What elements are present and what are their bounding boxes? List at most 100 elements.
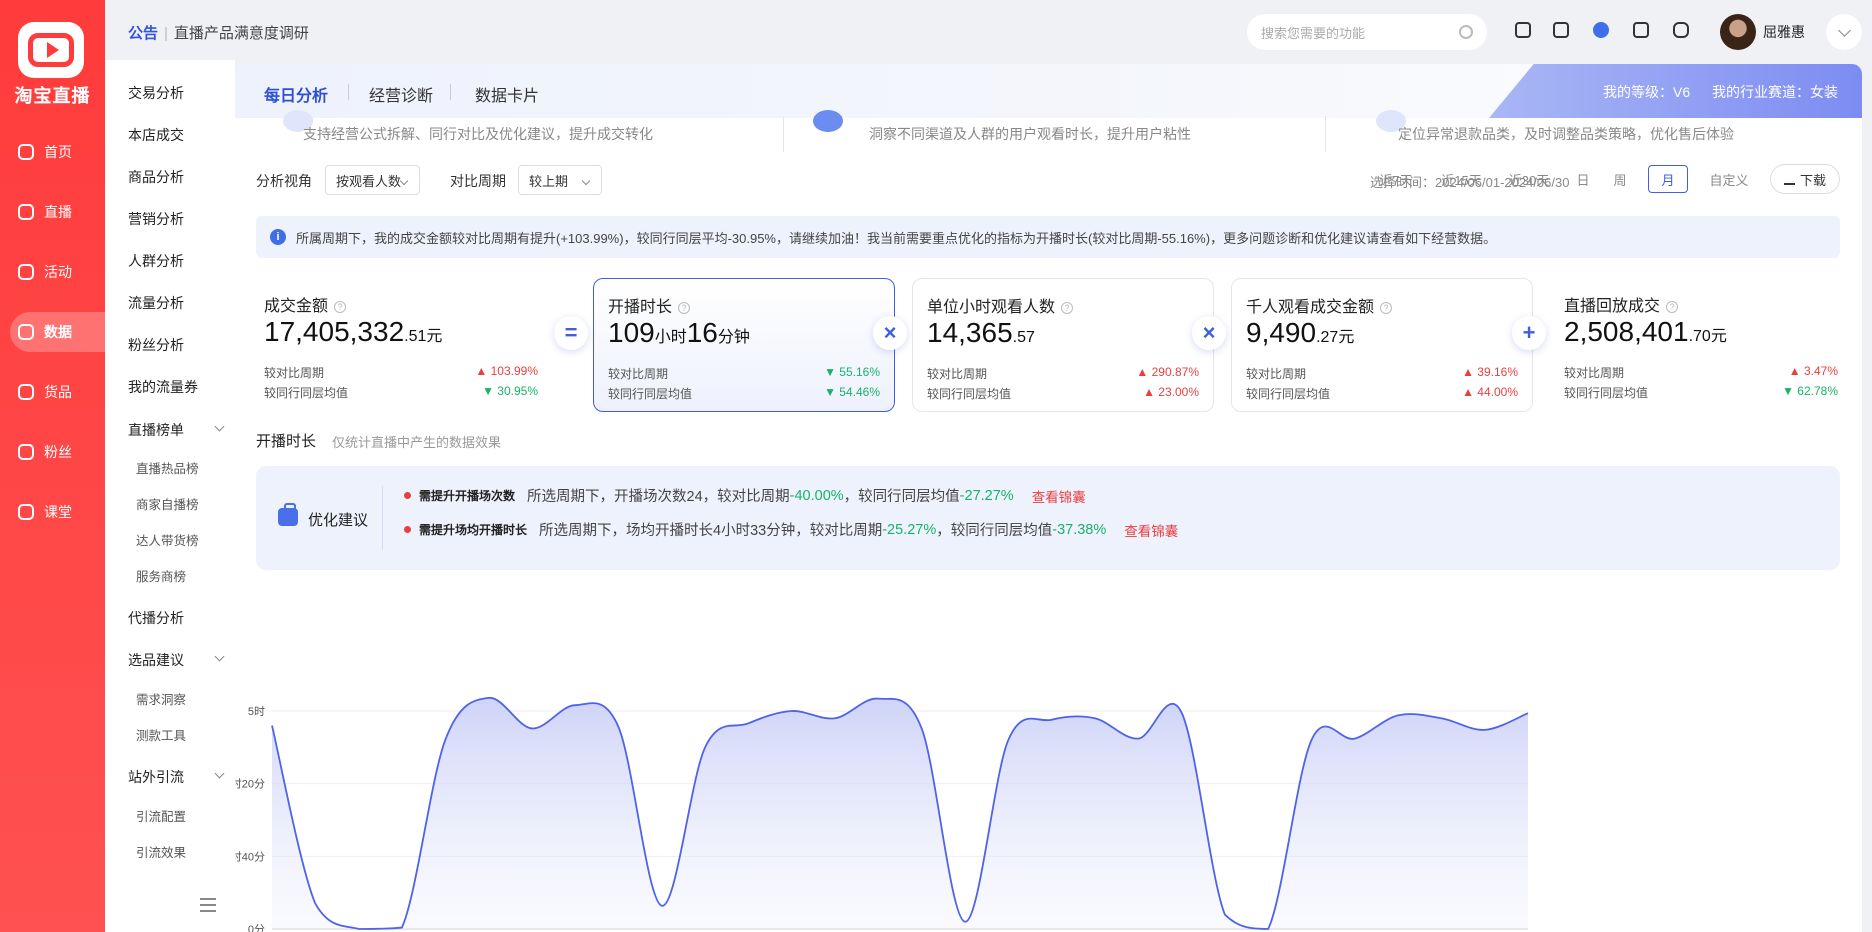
taobao-live-logo[interactable]	[18, 22, 84, 78]
operator-icon: +	[1512, 316, 1546, 350]
metric-change: ▼ 54.46%	[824, 385, 880, 399]
subnav-subitem[interactable]: 引流效果	[136, 842, 186, 861]
metric-tail: .51元	[404, 328, 443, 345]
metric-tail2: 分钟	[717, 329, 750, 346]
view-label: 分析视角	[256, 173, 312, 189]
chat-icon[interactable]	[1673, 22, 1689, 38]
metric-row: 较同行同层均值 ▲ 23.00%	[927, 385, 1199, 402]
tab-diagnosis[interactable]: 经营诊断	[369, 82, 433, 106]
subnav-group-traffic[interactable]: 站外引流	[128, 767, 225, 787]
rail-item-label: 数据	[44, 324, 72, 340]
rail-item-label: 货品	[44, 384, 72, 400]
operator-icon: ×	[873, 316, 907, 350]
subnav-subitem[interactable]: 达人带货榜	[136, 530, 199, 549]
search-input[interactable]: 搜索您需要的功能	[1247, 14, 1487, 50]
metric-change: ▲ 44.00%	[1462, 385, 1518, 399]
help-icon[interactable]: ?	[1380, 302, 1393, 314]
period-0[interactable]: 近7天	[1370, 165, 1422, 193]
help-icon[interactable]: ?	[678, 302, 691, 314]
main-panel: 每日分析 经营诊断 数据卡片 我的等级：V6 我的行业赛道：女装 支持经营公式拆…	[235, 64, 1862, 932]
notice-bar[interactable]: 公告 | 直播产品满意度调研	[128, 22, 309, 43]
fans-icon	[18, 444, 34, 460]
rail-item-activity[interactable]: 活动	[10, 252, 105, 292]
subnav-item[interactable]: 商品分析	[128, 167, 184, 187]
goods-icon	[18, 384, 34, 400]
download-button[interactable]: 下载	[1770, 164, 1840, 194]
subnav-group-rank[interactable]: 直播榜单	[128, 420, 225, 440]
metric-row: 较对比周期 ▲ 290.87%	[927, 365, 1199, 382]
chevron-down-icon	[214, 651, 225, 662]
advice-value: -37.38%	[1052, 521, 1107, 538]
subnav-subitem[interactable]: 商家自播榜	[136, 494, 199, 513]
rail-item-live[interactable]: 直播	[10, 192, 105, 232]
period-2[interactable]: 近30天	[1499, 165, 1559, 193]
subnav-subitem[interactable]: 服务商榜	[136, 566, 186, 585]
subnav-item[interactable]: 营销分析	[128, 209, 184, 229]
subnav-item[interactable]: 交易分析	[128, 83, 184, 103]
metric-row-label: 较同行同层均值	[1564, 386, 1649, 400]
rail-item-home[interactable]: 首页	[10, 132, 105, 172]
subnav-item[interactable]: 人群分析	[128, 251, 184, 271]
subnav-subitem[interactable]: 直播热品榜	[136, 458, 199, 477]
metric-card[interactable]: 成交金额? 17,405,332.51元 较对比周期 ▲ 103.99% 较同行同层均值…	[250, 278, 552, 412]
rail-item-goods[interactable]: 货品	[10, 372, 105, 412]
period-6[interactable]: 自定义	[1699, 165, 1759, 193]
metric-row: 较对比周期 ▼ 55.16%	[608, 365, 880, 382]
subnav-item[interactable]: 我的流量券	[128, 377, 198, 397]
subnav-group-selection[interactable]: 选品建议	[128, 650, 225, 670]
metric-value: 14,365.57	[927, 317, 1035, 349]
subnav-item[interactable]: 粉丝分析	[128, 335, 184, 355]
message-icon[interactable]	[1553, 22, 1569, 38]
metric-value: 2,508,401.70元	[1564, 316, 1727, 348]
red-dot-icon	[404, 492, 411, 499]
period-5[interactable]: 月	[1648, 165, 1688, 193]
subnav-subitem[interactable]: 测款工具	[136, 725, 186, 744]
rail-item-label: 活动	[44, 264, 72, 280]
period-4[interactable]: 周	[1603, 165, 1637, 193]
view-tips-link[interactable]: 查看锦囊	[1032, 486, 1086, 506]
search-icon[interactable]	[1459, 25, 1473, 39]
metric-change: ▼ 62.78%	[1782, 384, 1838, 398]
subnav-item[interactable]: 代播分析	[128, 608, 184, 628]
rail-item-label: 粉丝	[44, 444, 72, 460]
collapse-nav-icon[interactable]	[200, 898, 216, 912]
help-icon[interactable]: ?	[1061, 302, 1074, 314]
task-icon[interactable]	[1633, 22, 1649, 38]
subnav-item[interactable]: 本店成交	[128, 125, 184, 145]
subnav-item[interactable]: 流量分析	[128, 293, 184, 313]
rail-item-class[interactable]: 课堂	[10, 492, 105, 532]
operator-icon: ×	[1192, 316, 1226, 350]
clipboard-icon[interactable]	[1515, 22, 1531, 38]
help-icon[interactable]: ?	[1666, 301, 1679, 313]
rail-item-data[interactable]: 数据	[10, 312, 105, 352]
help-icon[interactable]: ?	[334, 301, 347, 313]
period-3[interactable]: 日	[1573, 165, 1593, 193]
tab-data-card[interactable]: 数据卡片	[475, 82, 539, 106]
metric-main: 2,508,401	[1564, 316, 1689, 347]
feature-desc-3: 定位异常退款品类，及时调整品类策略，优化售后体验	[1376, 110, 1734, 156]
service-icon[interactable]	[1593, 22, 1609, 38]
metric-row-label: 较对比周期	[1246, 367, 1307, 381]
user-name[interactable]: 屈雅惠	[1763, 22, 1805, 42]
view-select[interactable]: 按观看人数	[325, 165, 420, 195]
rail-item-fans[interactable]: 粉丝	[10, 432, 105, 472]
rail-item-label: 直播	[44, 204, 72, 220]
compare-select[interactable]: 较上期	[518, 165, 602, 195]
metric-card[interactable]: 开播时长? 109小时16分钟 较对比周期 ▼ 55.16% 较同行同层均值 ▼ 54.4…	[593, 278, 895, 412]
advice-text: 所选周期下，开播场次数24，较对比周期	[527, 489, 790, 505]
tab-bar: 每日分析 经营诊断 数据卡片 我的等级：V6 我的行业赛道：女装	[235, 64, 1862, 118]
period-1[interactable]: 近15天	[1433, 165, 1490, 193]
red-dot-icon	[404, 526, 411, 533]
subnav-subitem[interactable]: 引流配置	[136, 806, 186, 825]
metric-title: 开播时长?	[608, 293, 691, 317]
view-tips-link[interactable]: 查看锦囊	[1124, 520, 1178, 540]
metric-card[interactable]: 单位小时观看人数? 14,365.57 较对比周期 ▲ 290.87% 较同行同层均值 ▲…	[912, 278, 1214, 412]
tab-daily[interactable]: 每日分析	[264, 82, 328, 106]
metric-card[interactable]: 直播回放成交? 2,508,401.70元 较对比周期 ▲ 3.47% 较同行同层均值 ▼…	[1550, 278, 1852, 412]
user-dropdown[interactable]	[1826, 14, 1862, 50]
metric-row-label: 较对比周期	[927, 367, 988, 381]
subnav-subitem[interactable]: 需求洞察	[136, 689, 186, 708]
avatar[interactable]	[1720, 14, 1756, 50]
advice-line: 需提升开播场次数 所选周期下，开播场次数24，较对比周期 -40.00% ，较同行同层…	[404, 485, 1086, 506]
metric-card[interactable]: 千人观看成交金额? 9,490.27元 较对比周期 ▲ 39.16% 较同行同层均值 ▲ …	[1231, 278, 1533, 412]
